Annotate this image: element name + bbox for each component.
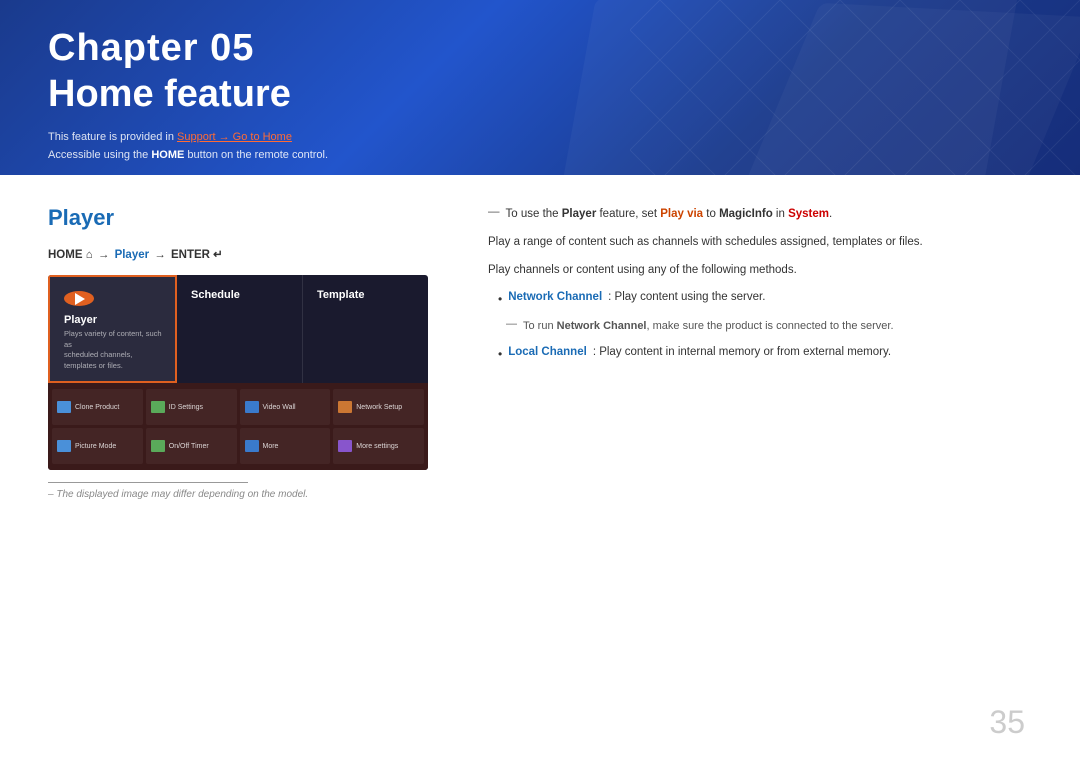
player-desc: Plays variety of content, such asschedul… xyxy=(64,329,163,371)
id-icon xyxy=(151,401,165,413)
picture-label: Picture Mode xyxy=(75,443,116,450)
timer-icon xyxy=(151,440,165,452)
local-channel-label: Local Channel xyxy=(508,343,587,363)
menu-item-more[interactable]: More xyxy=(240,428,331,464)
right-column: ― To use the Player feature, set Play vi… xyxy=(488,205,1032,500)
settings-icon xyxy=(338,440,352,452)
content-para2: Play channels or content using any of th… xyxy=(488,261,1032,281)
more-icon xyxy=(245,440,259,452)
bullet-list-2: Local Channel : Play content in internal … xyxy=(488,343,1032,364)
id-label: ID Settings xyxy=(169,404,203,411)
page-number: 35 xyxy=(989,704,1025,741)
note-magicinfo-bold: MagicInfo xyxy=(719,208,773,220)
bullet-network: Network Channel : Play content using the … xyxy=(498,288,1032,309)
play-icon xyxy=(75,293,85,305)
picture-icon xyxy=(57,440,71,452)
home-bold: HOME xyxy=(151,149,184,161)
menu-item-picture[interactable]: Picture Mode xyxy=(52,428,143,464)
network-channel-label: Network Channel xyxy=(508,288,602,308)
sub-note-text: To run Network Channel, make sure the pr… xyxy=(523,318,894,336)
player-menu-item-template[interactable]: Template xyxy=(303,275,428,383)
player-mockup: Player Plays variety of content, such as… xyxy=(48,275,428,470)
nav-player: Player xyxy=(115,249,150,261)
section-title: Player xyxy=(48,205,448,231)
chapter-number: Chapter 05 xyxy=(48,28,1032,70)
schedule-label: Schedule xyxy=(191,289,240,301)
menu-item-settings[interactable]: More settings xyxy=(333,428,424,464)
menu-item-clone[interactable]: Clone Product xyxy=(52,389,143,425)
clone-label: Clone Product xyxy=(75,404,119,411)
note1-pre: This feature is provided in xyxy=(48,131,177,143)
timer-label: On/Off Timer xyxy=(169,443,209,450)
header-banner: Chapter 05 Home feature This feature is … xyxy=(0,0,1080,175)
note-dash: ― xyxy=(488,206,500,218)
note-system-bold: System xyxy=(788,208,829,220)
player-top-row: Player Plays variety of content, such as… xyxy=(48,275,428,383)
menu-item-videowall[interactable]: Video Wall xyxy=(240,389,331,425)
menu-item-network[interactable]: Network Setup xyxy=(333,389,424,425)
more-label: More xyxy=(263,443,279,450)
main-content: Player HOME ⌂ → Player → ENTER ↵ Player … xyxy=(0,175,1080,520)
network-channel-text: : Play content using the server. xyxy=(608,288,765,308)
nav-path: HOME ⌂ → Player → ENTER ↵ xyxy=(48,247,448,261)
local-channel-text: : Play content in internal memory or fro… xyxy=(593,343,891,363)
disclaimer-text: – The displayed image may differ dependi… xyxy=(48,489,448,500)
menu-item-id[interactable]: ID Settings xyxy=(146,389,237,425)
top-note: ― To use the Player feature, set Play vi… xyxy=(488,205,1032,223)
menu-item-timer[interactable]: On/Off Timer xyxy=(146,428,237,464)
content-para1: Play a range of content such as channels… xyxy=(488,233,1032,253)
videowall-icon xyxy=(245,401,259,413)
diamond-pattern xyxy=(630,0,1080,175)
bullet-local: Local Channel : Play content in internal … xyxy=(498,343,1032,364)
videowall-label: Video Wall xyxy=(263,404,296,411)
note2-post: button on the remote control. xyxy=(184,149,328,161)
header-note: This feature is provided in Support → Go… xyxy=(48,129,1032,164)
template-label: Template xyxy=(317,289,364,301)
clone-icon xyxy=(57,401,71,413)
support-link: Support → Go to Home xyxy=(177,131,292,143)
sub-dash: ― xyxy=(506,318,517,330)
note-player-bold: Player xyxy=(562,208,597,220)
nav-enter: ENTER ↵ xyxy=(171,249,223,261)
disclaimer-line xyxy=(48,482,248,483)
player-menu-item-player[interactable]: Player Plays variety of content, such as… xyxy=(48,275,177,383)
player-icon xyxy=(64,291,94,306)
note-text: To use the Player feature, set Play via … xyxy=(506,205,833,223)
nav-home: HOME ⌂ xyxy=(48,249,93,261)
bullet-list: Network Channel : Play content using the … xyxy=(488,288,1032,309)
network-label: Network Setup xyxy=(356,404,402,411)
network-icon xyxy=(338,401,352,413)
settings-label: More settings xyxy=(356,443,398,450)
note2-pre: Accessible using the xyxy=(48,149,151,161)
chapter-title: Home feature xyxy=(48,72,1032,118)
player-menu-item-schedule[interactable]: Schedule xyxy=(177,275,303,383)
player-bottom-row: Clone Product ID Settings Video Wall Net… xyxy=(48,383,428,470)
left-column: Player HOME ⌂ → Player → ENTER ↵ Player … xyxy=(48,205,448,500)
note-playvia-bold: Play via xyxy=(660,208,703,220)
network-channel-sub-bold: Network Channel xyxy=(557,320,647,332)
sub-note-network: ― To run Network Channel, make sure the … xyxy=(506,318,1032,336)
player-label: Player xyxy=(64,314,97,326)
